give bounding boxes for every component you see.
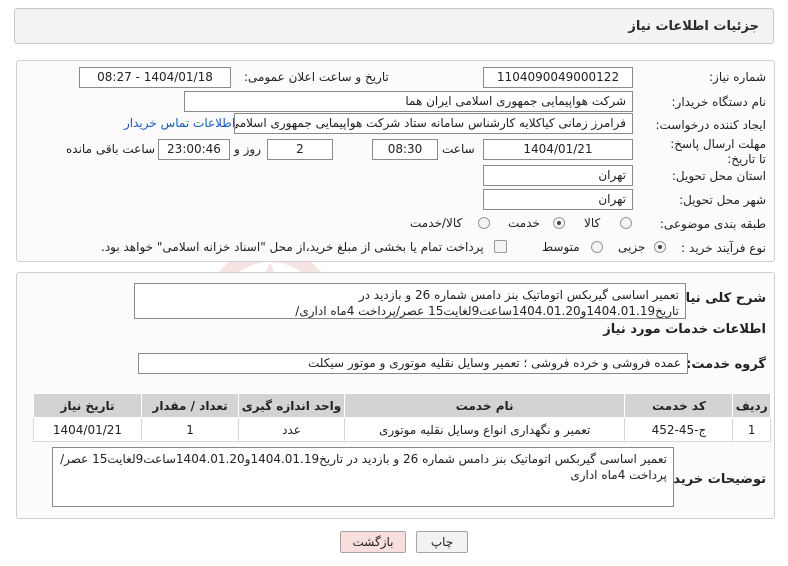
back-button[interactable]: بازگشت: [340, 531, 406, 553]
services-section-title: اطلاعات خدمات مورد نیاز: [603, 322, 766, 337]
services-table: ردیف کد خدمت نام خدمت واحد اندازه گیری ت…: [33, 393, 771, 442]
cell-date: 1404/01/21: [33, 417, 142, 442]
page-title: جزئیات اطلاعات نیاز: [628, 19, 759, 34]
process-minor-label: جزیی: [618, 240, 646, 254]
days-remaining-field: 2: [267, 139, 333, 160]
table-header-row: ردیف کد خدمت نام خدمت واحد اندازه گیری ت…: [33, 393, 771, 418]
category-goods-service-radio[interactable]: [478, 217, 490, 229]
service-group-label: گروه خدمت:: [686, 357, 766, 372]
deadline-label: مهلت ارسال پاسخ: تا تاریخ:: [670, 137, 766, 166]
cell-qty: 1: [140, 417, 240, 442]
treasury-payment-note: پرداخت تمام یا بخشی از مبلغ خرید،از محل …: [101, 240, 484, 254]
cell-code: ج-45-452: [624, 417, 734, 442]
deadline-time-label: ساعت: [442, 142, 475, 156]
deadline-time-field: 08:30: [372, 139, 438, 160]
need-number-label: شماره نیاز:: [709, 70, 766, 84]
deadline-date-field: 1404/01/21: [483, 139, 633, 160]
remaining-time-field: 23:00:46: [158, 139, 230, 160]
col-code-header: کد خدمت: [624, 393, 734, 418]
col-qty-header: تعداد / مقدار: [140, 393, 240, 418]
process-minor-radio[interactable]: [654, 241, 666, 253]
page-header: جزئیات اطلاعات نیاز: [14, 8, 774, 44]
summary-label: شرح کلی نیاز:: [672, 291, 766, 306]
process-medium-label: متوسط: [542, 240, 580, 254]
cell-unit: عدد: [238, 417, 345, 442]
service-group-field: عمده فروشی و خرده فروشی ؛ تعمیر وسایل نق…: [138, 353, 688, 374]
buyer-name-field: شرکت هواپیمایی جمهوری اسلامی ایران هما: [184, 91, 633, 112]
city-label: شهر محل تحویل:: [679, 193, 766, 207]
process-label: نوع فرآیند خرید :: [681, 241, 766, 255]
summary-textarea[interactable]: تعمیر اساسی گیربکس اتوماتیک بنز دامس شما…: [134, 283, 686, 319]
col-name-header: نام خدمت: [343, 393, 626, 418]
buyer-notes-textarea[interactable]: تعمیر اساسی گیربکس اتوماتیک بنز دامس شما…: [52, 447, 674, 507]
print-button[interactable]: چاپ: [416, 531, 468, 553]
need-number-field: 1104090049000122: [483, 67, 633, 88]
col-row-header: ردیف: [732, 393, 771, 418]
category-service-radio[interactable]: [553, 217, 565, 229]
announce-label: تاریخ و ساعت اعلان عمومی:: [244, 70, 389, 84]
creator-label: ایجاد کننده درخواست:: [655, 118, 766, 132]
province-field: تهران: [483, 165, 633, 186]
buyer-contact-link[interactable]: اطلاعات تماس خریدار: [124, 116, 235, 130]
category-service-label: خدمت: [508, 216, 540, 230]
days-label: روز و: [234, 142, 261, 156]
buyer-label: نام دستگاه خریدار:: [671, 95, 767, 109]
cell-row: 1: [732, 417, 771, 442]
treasury-payment-checkbox[interactable]: [494, 240, 507, 253]
col-date-header: تاریخ نیاز: [33, 393, 142, 418]
category-goods-label: کالا: [584, 216, 601, 230]
category-goods-service-label: کالا/خدمت: [410, 216, 463, 230]
table-row: 1 ج-45-452 تعمیر و نگهداری انواع وسایل ن…: [33, 417, 771, 442]
announce-datetime-field: 1404/01/18 - 08:27: [79, 67, 231, 88]
category-label: طبقه بندی موضوعی:: [659, 217, 766, 231]
process-medium-radio[interactable]: [591, 241, 603, 253]
province-label: استان محل تحویل:: [671, 169, 766, 183]
remaining-time-label: ساعت باقی مانده: [66, 142, 156, 156]
col-unit-header: واحد اندازه گیری: [238, 393, 345, 418]
city-field: تهران: [483, 189, 633, 210]
creator-field: فرامرز زمانی کیاکلایه کارشناس سامانه ستا…: [234, 113, 633, 134]
cell-name: تعمیر و نگهداری انواع وسایل نقلیه موتوری: [343, 417, 626, 442]
category-goods-radio[interactable]: [620, 217, 632, 229]
